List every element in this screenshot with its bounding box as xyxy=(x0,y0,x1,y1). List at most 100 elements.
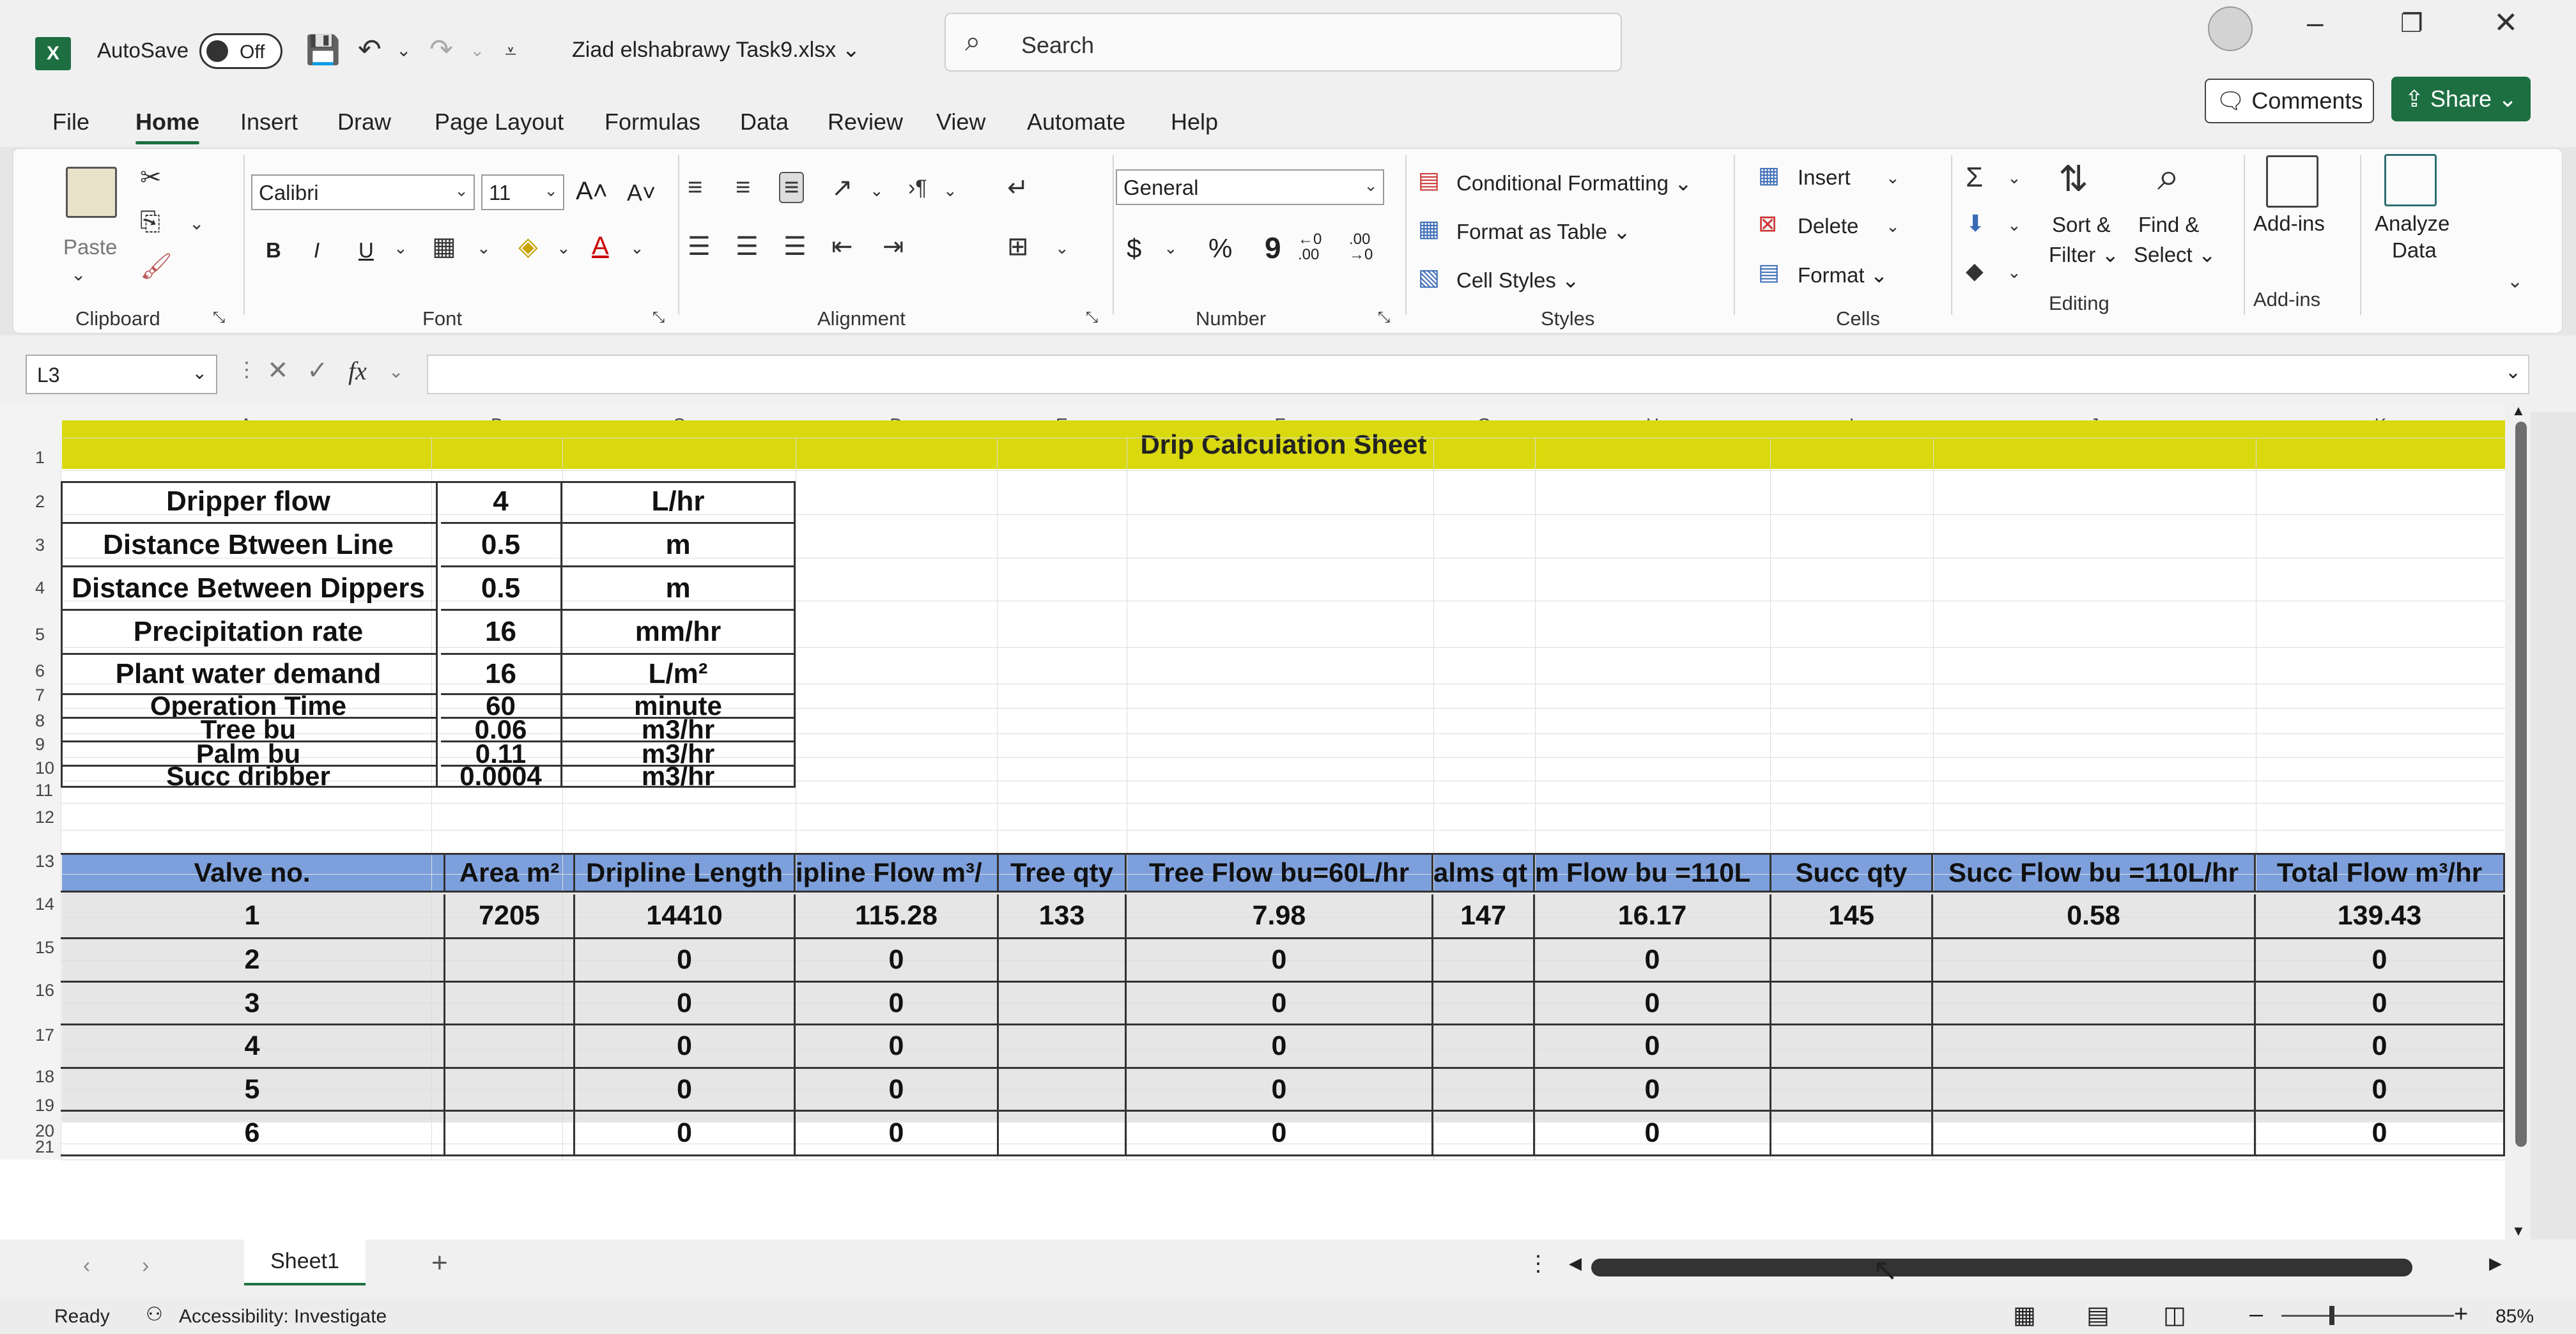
valve-cell[interactable]: 6 xyxy=(61,1112,445,1156)
font-name-select[interactable]: Calibri ⌄ xyxy=(251,174,475,210)
format-cells-button[interactable]: Format ⌄ xyxy=(1798,263,1888,288)
sort-filter-label-1[interactable]: Sort & xyxy=(2052,213,2111,237)
row-header-11[interactable]: 11 xyxy=(0,781,61,803)
valve-cell[interactable]: 0 xyxy=(796,1112,999,1156)
orientation-dropdown-icon[interactable]: ⌄ xyxy=(870,181,884,201)
cancel-icon[interactable]: ✕ xyxy=(267,356,289,385)
row-header-5[interactable]: 5 xyxy=(0,601,61,647)
worksheet-grid[interactable]: ABCDEFGHIJK Drip Calculation Sheet 12345… xyxy=(0,402,2531,1239)
param-value-cell[interactable]: 0.5 xyxy=(441,567,562,611)
sheet-title-banner[interactable]: Drip Calculation Sheet xyxy=(62,420,2505,469)
zoom-in-icon[interactable]: + xyxy=(2454,1301,2468,1328)
chevron-down-icon[interactable]: ⌄ xyxy=(389,361,403,382)
valve-cell[interactable] xyxy=(1433,939,1535,983)
tab-formulas[interactable]: Formulas xyxy=(605,109,700,135)
param-label-cell[interactable]: Distance Btween Line xyxy=(61,524,438,567)
param-value-cell[interactable]: 16 xyxy=(441,655,562,695)
expand-formula-icon[interactable]: ⌄ xyxy=(2505,361,2521,383)
param-unit-cell[interactable]: m xyxy=(562,524,794,567)
valve-cell[interactable] xyxy=(999,939,1127,983)
valve-cell[interactable]: 0 xyxy=(1535,939,1771,983)
fill-icon[interactable]: ⬇ xyxy=(1966,210,1985,237)
increase-font-icon[interactable]: A˄ xyxy=(576,177,608,206)
param-label-cell[interactable]: Tree bu xyxy=(61,719,438,742)
row-header-6[interactable]: 6 xyxy=(0,647,61,684)
formula-input[interactable] xyxy=(427,355,2529,394)
italic-button[interactable]: I xyxy=(314,238,320,263)
zoom-slider[interactable] xyxy=(2281,1315,2454,1317)
valve-cell[interactable]: 7205 xyxy=(445,894,575,939)
valve-cell[interactable]: 139.43 xyxy=(2256,894,2505,939)
clear-dropdown-icon[interactable]: ⌄ xyxy=(2007,263,2021,282)
row-header-16[interactable]: 16 xyxy=(0,960,61,1003)
valve-cell[interactable]: 16.17 xyxy=(1535,894,1771,939)
clear-icon[interactable]: ◆ xyxy=(1966,257,1984,284)
scroll-right-icon[interactable]: ▶ xyxy=(2489,1254,2502,1273)
valve-cell[interactable]: 0.58 xyxy=(1933,894,2256,939)
valve-cell[interactable]: 0 xyxy=(796,1069,999,1112)
valve-cell[interactable]: 147 xyxy=(1433,894,1535,939)
valve-header-cell[interactable]: Succ qty xyxy=(1771,853,1933,893)
valve-cell[interactable]: 0 xyxy=(1535,1069,1771,1112)
param-unit-cell[interactable]: minute xyxy=(562,695,794,719)
currency-dropdown-icon[interactable]: ⌄ xyxy=(1164,238,1178,258)
copy-icon[interactable]: ⎘ xyxy=(140,208,160,236)
param-unit-cell[interactable]: m3/hr xyxy=(562,719,794,742)
font-launcher-icon[interactable]: ⤡ xyxy=(652,309,665,326)
valve-cell[interactable]: 0 xyxy=(1127,939,1433,983)
zoom-out-icon[interactable]: – xyxy=(2249,1301,2263,1328)
param-label-cell[interactable]: Plant water demand xyxy=(61,655,438,695)
tab-insert[interactable]: Insert xyxy=(240,109,298,135)
share-button[interactable]: ⇪ Share ⌄ xyxy=(2391,77,2531,121)
customize-qat-icon[interactable]: ⩡ xyxy=(505,40,516,64)
valve-cell[interactable] xyxy=(1933,1025,2256,1069)
prev-sheet-icon[interactable]: ‹ xyxy=(83,1254,90,1278)
valve-cell[interactable] xyxy=(445,939,575,983)
more-icon[interactable]: ⋮ xyxy=(236,357,257,381)
valve-cell[interactable]: 4 xyxy=(61,1025,445,1069)
valve-cell[interactable] xyxy=(1433,983,1535,1025)
row-header-13[interactable]: 13 xyxy=(0,830,61,874)
sheet-tab-sheet1[interactable]: Sheet1 xyxy=(244,1239,366,1285)
underline-dropdown-icon[interactable]: ⌄ xyxy=(394,238,408,258)
valve-cell[interactable]: 0 xyxy=(1535,1025,1771,1069)
valve-cell[interactable]: 115.28 xyxy=(796,894,999,939)
param-label-cell[interactable]: Dripper flow xyxy=(61,481,438,524)
valve-cell[interactable] xyxy=(1933,983,2256,1025)
valve-cell[interactable]: 0 xyxy=(1127,983,1433,1025)
valve-cell[interactable]: 2 xyxy=(61,939,445,983)
zoom-slider-thumb[interactable] xyxy=(2329,1306,2334,1325)
number-launcher-icon[interactable]: ⤡ xyxy=(1378,309,1390,326)
valve-cell[interactable] xyxy=(1771,1025,1933,1069)
tab-draw[interactable]: Draw xyxy=(337,109,391,135)
analyze-data-icon[interactable] xyxy=(2384,154,2437,206)
merge-dropdown-icon[interactable]: ⌄ xyxy=(1055,238,1069,258)
valve-cell[interactable] xyxy=(1933,939,2256,983)
name-box[interactable]: L3 ⌄ xyxy=(26,355,217,394)
underline-button[interactable]: U xyxy=(359,238,374,263)
param-unit-cell[interactable]: m xyxy=(562,567,794,611)
valve-cell[interactable] xyxy=(1433,1069,1535,1112)
clipboard-launcher-icon[interactable]: ⤡ xyxy=(213,309,225,326)
valve-cell[interactable] xyxy=(1933,1112,2256,1156)
align-center-icon[interactable]: ☰ xyxy=(736,232,759,261)
valve-header-cell[interactable]: Area m² xyxy=(445,853,575,893)
valve-cell[interactable] xyxy=(999,1025,1127,1069)
valve-cell[interactable]: 3 xyxy=(61,983,445,1025)
row-header-7[interactable]: 7 xyxy=(0,684,61,708)
analyze-data-label-2[interactable]: Data xyxy=(2392,238,2437,263)
valve-header-cell[interactable]: Dripline Length xyxy=(575,853,796,893)
valve-cell[interactable] xyxy=(445,983,575,1025)
param-label-cell[interactable]: Precipitation rate xyxy=(61,611,438,655)
undo-dropdown-icon[interactable]: ⌄ xyxy=(396,40,411,61)
valve-cell[interactable] xyxy=(445,1069,575,1112)
param-value-cell[interactable]: 16 xyxy=(441,611,562,655)
decrease-font-icon[interactable]: A˅ xyxy=(627,180,656,206)
align-right-icon[interactable]: ☰ xyxy=(783,232,806,261)
conditional-formatting-button[interactable]: Conditional Formatting ⌄ xyxy=(1456,171,1692,195)
valve-header-cell[interactable]: Total Flow m³/hr xyxy=(2256,853,2505,893)
row-header-21[interactable]: 21 xyxy=(0,1137,61,1160)
borders-dropdown-icon[interactable]: ⌄ xyxy=(477,238,491,258)
param-value-cell[interactable]: 4 xyxy=(441,481,562,524)
add-ins-button[interactable]: Add-ins xyxy=(2253,211,2325,236)
